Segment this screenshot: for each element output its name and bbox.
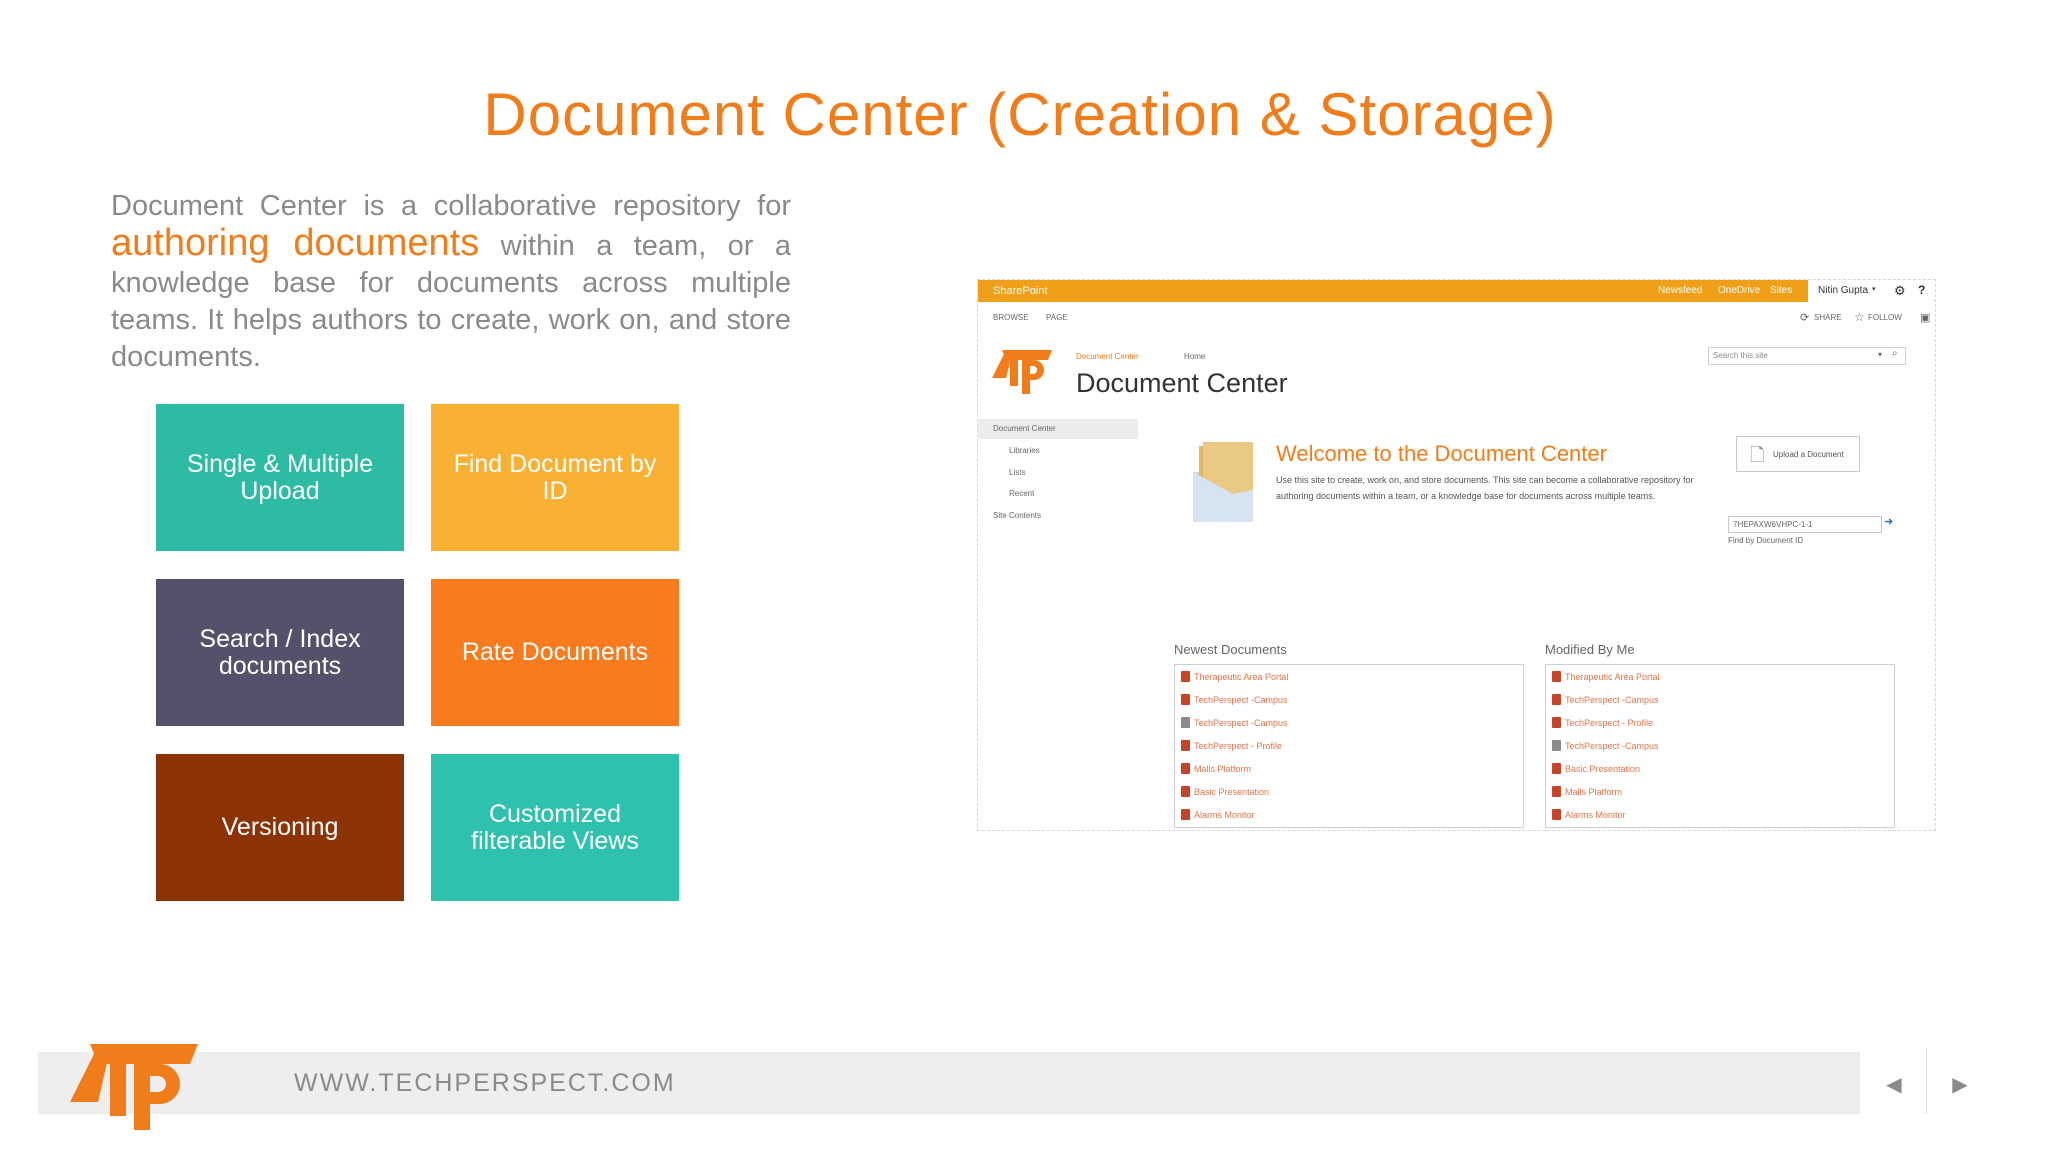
list-item[interactable]: TechPerspect -Campus	[1181, 694, 1288, 705]
list-item[interactable]: Alarms Monitor	[1552, 809, 1626, 820]
techperspect-footer-logo	[70, 1044, 198, 1130]
slide-title: Document Center (Creation & Storage)	[483, 81, 1557, 148]
newest-documents-list: Therapeutic Area Portal TechPerspect -Ca…	[1174, 664, 1524, 828]
tile-upload: Single & Multiple Upload	[156, 404, 404, 551]
sharepoint-brand[interactable]: SharePoint	[993, 285, 1047, 297]
list-item[interactable]: TechPerspect -Campus	[1552, 694, 1659, 705]
gear-icon[interactable]: ⚙	[1894, 283, 1906, 299]
tile-label: Search / Index documents	[199, 624, 361, 680]
tile-search-index: Search / Index documents	[156, 579, 404, 726]
nav-libraries[interactable]: Libraries	[1009, 446, 1040, 455]
techperspect-logo	[992, 350, 1052, 394]
tile-label: Rate Documents	[461, 638, 649, 666]
tile-label: Versioning	[221, 813, 339, 841]
document-icon	[1552, 809, 1561, 820]
list-item[interactable]: Basic Presentation	[1552, 763, 1640, 774]
list-item[interactable]: Therapeutic Area Portal	[1181, 671, 1289, 682]
ribbon: BROWSE PAGE ⟳ SHARE ☆ FOLLOW ▣	[978, 308, 1935, 328]
find-by-id-label: Find by Document ID	[1728, 536, 1804, 545]
list-item[interactable]: TechPerspect - Profile	[1552, 717, 1653, 728]
star-icon[interactable]: ☆	[1854, 310, 1865, 324]
tile-rate-documents: Rate Documents	[431, 579, 679, 726]
tile-find-by-id: Find Document by ID	[431, 404, 679, 551]
list-item[interactable]: TechPerspect -Campus	[1181, 717, 1288, 728]
tab-browse[interactable]: BROWSE	[993, 313, 1029, 322]
document-icon	[1552, 671, 1561, 682]
document-icon	[1181, 671, 1190, 682]
document-icon	[1181, 717, 1190, 728]
list-item[interactable]: TechPerspect -Campus	[1552, 740, 1659, 751]
intro-highlight: authoring documents	[111, 222, 480, 264]
document-id-input[interactable]: 7HEPAXW6VHPC-1-1	[1728, 516, 1882, 533]
tile-versioning: Versioning	[156, 754, 404, 901]
user-name[interactable]: Nitin Gupta	[1818, 285, 1868, 296]
list-item[interactable]: Malls Platform	[1181, 763, 1251, 774]
go-arrow-icon[interactable]: ➜	[1884, 515, 1893, 528]
link-sites[interactable]: Sites	[1770, 285, 1792, 296]
share-button[interactable]: SHARE	[1814, 313, 1842, 322]
link-newsfeed[interactable]: Newsfeed	[1658, 285, 1702, 296]
welcome-heading: Welcome to the Document Center	[1276, 441, 1607, 466]
tile-custom-views: Customized filterable Views	[431, 754, 679, 901]
footer-website[interactable]: WWW.TECHPERSPECT.COM	[294, 1069, 676, 1098]
upload-document-button[interactable]: 🗋 Upload a Document	[1736, 436, 1860, 472]
nav-document-center[interactable]: Document Center	[993, 424, 1056, 433]
suite-bar: SharePoint Newsfeed OneDrive Sites Nitin…	[978, 280, 1935, 302]
document-icon	[1181, 694, 1190, 705]
tile-label: Find Document by ID	[453, 449, 657, 505]
tile-label: Single & Multiple Upload	[186, 449, 374, 505]
list-item[interactable]: Alarms Monitor	[1181, 809, 1255, 820]
document-icon	[1552, 740, 1561, 751]
nav-recent[interactable]: Recent	[1009, 489, 1034, 498]
link-onedrive[interactable]: OneDrive	[1718, 285, 1760, 296]
list-item[interactable]: Therapeutic Area Portal	[1552, 671, 1660, 682]
modified-by-me-list: Therapeutic Area Portal TechPerspect -Ca…	[1545, 664, 1895, 828]
folder-documents-icon	[1193, 442, 1253, 522]
document-icon	[1181, 809, 1190, 820]
welcome-description: Use this site to create, work on, and st…	[1276, 475, 1694, 501]
modified-by-me-heading: Modified By Me	[1545, 642, 1635, 657]
site-search-input[interactable]: Search this site	[1708, 347, 1906, 365]
document-icon	[1181, 740, 1190, 751]
share-icon[interactable]: ⟳	[1800, 311, 1809, 324]
list-item[interactable]: Basic Presentation	[1181, 786, 1269, 797]
intro-text-before: Document Center is a collaborative repos…	[111, 190, 791, 222]
list-item[interactable]: Malls Platform	[1552, 786, 1622, 797]
sharepoint-screenshot: SharePoint Newsfeed OneDrive Sites Nitin…	[977, 279, 1936, 831]
chevron-down-icon[interactable]: ▾	[1872, 285, 1876, 293]
dropdown-icon[interactable]: ▾	[1878, 350, 1882, 359]
list-item[interactable]: TechPerspect - Profile	[1181, 740, 1282, 751]
upload-label: Upload a Document	[1773, 450, 1844, 459]
newest-documents-heading: Newest Documents	[1174, 642, 1287, 657]
search-icon[interactable]: ⌕	[1892, 348, 1898, 359]
intro-paragraph: Document Center is a collaborative repos…	[111, 188, 791, 376]
upload-icon: 🗋	[1750, 445, 1765, 465]
document-icon	[1552, 786, 1561, 797]
help-icon[interactable]: ?	[1918, 283, 1925, 297]
user-menu-area: Nitin Gupta ▾ ⚙ ?	[1808, 280, 1935, 302]
document-icon	[1552, 717, 1561, 728]
document-icon	[1552, 694, 1561, 705]
previous-slide-arrow-icon[interactable]: ◀	[1878, 1068, 1910, 1100]
nav-site-contents[interactable]: Site Contents	[993, 511, 1041, 520]
breadcrumb-home[interactable]: Home	[1184, 352, 1205, 361]
tab-page[interactable]: PAGE	[1046, 313, 1068, 322]
footer-separator	[1926, 1048, 1927, 1114]
next-slide-arrow-icon[interactable]: ▶	[1944, 1068, 1976, 1100]
tile-label: Customized filterable Views	[471, 799, 639, 855]
nav-lists[interactable]: Lists	[1009, 468, 1025, 477]
focus-icon[interactable]: ▣	[1920, 311, 1930, 324]
breadcrumb-document-center[interactable]: Document Center	[1076, 352, 1139, 361]
follow-button[interactable]: FOLLOW	[1868, 313, 1902, 322]
site-title: Document Center	[1076, 368, 1288, 398]
document-icon	[1181, 786, 1190, 797]
document-icon	[1552, 763, 1561, 774]
document-icon	[1181, 763, 1190, 774]
